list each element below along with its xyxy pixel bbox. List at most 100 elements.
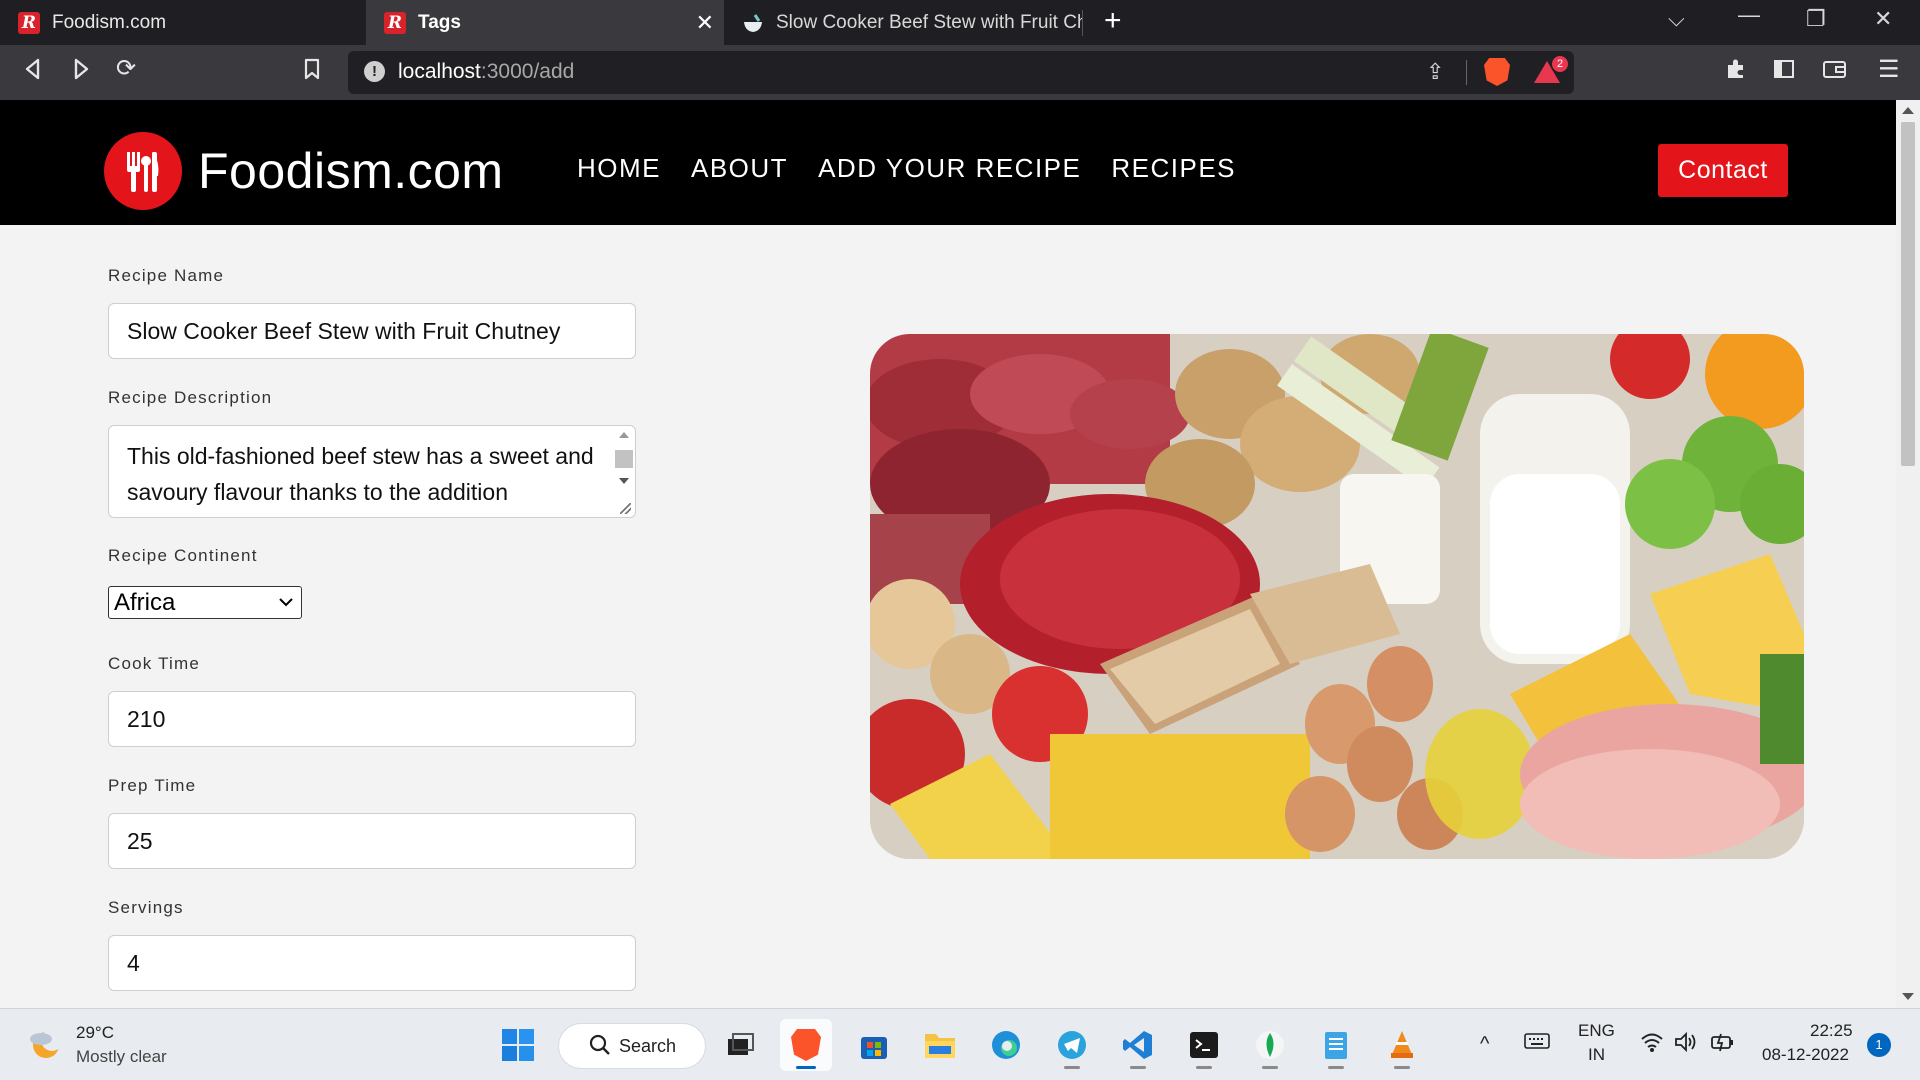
browser-toolbar: ⟳ ! localhost:3000/add ⇪ 2 ☰ xyxy=(0,45,1920,100)
url-path: :3000/add xyxy=(480,60,575,83)
recipe-description-textarea[interactable]: This old-fashioned beef stew has a sweet… xyxy=(108,425,636,518)
scroll-up-arrow-icon[interactable] xyxy=(619,432,629,438)
continent-selected-value: Africa xyxy=(114,588,176,616)
tab-search-chevron-icon[interactable]: ⌵ xyxy=(1668,6,1685,32)
menu-hamburger-icon[interactable]: ☰ xyxy=(1878,55,1900,84)
running-app-indicator xyxy=(1394,1066,1410,1069)
recipe-name-input[interactable]: Slow Cooker Beef Stew with Fruit Chutney xyxy=(108,303,636,359)
notepad-icon[interactable] xyxy=(1310,1019,1362,1071)
start-windows-icon[interactable] xyxy=(492,1019,544,1071)
main-nav: HOME ABOUT ADD YOUR RECIPE RECIPES xyxy=(577,153,1236,184)
foodism-favicon-icon: R xyxy=(18,11,40,34)
tab-title: Slow Cooker Beef Stew with Fruit Chut xyxy=(776,11,1082,33)
foodism-favicon-icon: R xyxy=(384,11,406,34)
clock-time[interactable]: 22:25 xyxy=(1810,1021,1853,1041)
bowl-favicon-icon xyxy=(742,12,764,34)
weather-temperature[interactable]: 29°C xyxy=(76,1023,114,1043)
mongodb-compass-icon[interactable] xyxy=(1244,1019,1296,1071)
extensions-puzzle-icon[interactable] xyxy=(1724,57,1748,88)
terminal-icon[interactable] xyxy=(1178,1019,1230,1071)
browser-tab-strip: R Foodism.com R Tags ✕ Slow Cooker Beef … xyxy=(0,0,1920,45)
servings-input[interactable]: 4 xyxy=(108,935,636,991)
window-close-icon[interactable]: ✕ xyxy=(1874,6,1892,32)
running-app-indicator xyxy=(1064,1066,1080,1069)
taskbar-brave-icon[interactable] xyxy=(780,1019,832,1071)
file-explorer-icon[interactable] xyxy=(914,1019,966,1071)
active-app-indicator xyxy=(796,1066,816,1069)
back-icon[interactable] xyxy=(22,57,44,88)
weather-moon-cloud-icon[interactable] xyxy=(28,1027,63,1061)
windows-taskbar: 29°C Mostly clear Search ^ ENG IN 22:25 … xyxy=(0,1008,1920,1080)
telegram-icon[interactable] xyxy=(1046,1019,1098,1071)
running-app-indicator xyxy=(1130,1066,1146,1069)
site-logo-text[interactable]: Foodism.com xyxy=(198,142,504,200)
taskbar-search[interactable]: Search xyxy=(558,1023,706,1069)
clock-date[interactable]: 08-12-2022 xyxy=(1762,1045,1849,1065)
rewards-badge: 2 xyxy=(1552,56,1568,72)
notification-badge[interactable]: 1 xyxy=(1867,1033,1891,1057)
page-scroll-thumb[interactable] xyxy=(1901,122,1915,466)
tab-tags[interactable]: R Tags ✕ xyxy=(366,0,724,45)
reload-icon[interactable]: ⟳ xyxy=(116,54,136,83)
vlc-icon[interactable] xyxy=(1376,1019,1428,1071)
tab-close-icon[interactable]: ✕ xyxy=(696,10,714,36)
volume-icon[interactable] xyxy=(1674,1031,1698,1058)
address-divider xyxy=(1466,60,1467,85)
tray-overflow-chevron-icon[interactable]: ^ xyxy=(1480,1033,1489,1056)
minimize-icon[interactable]: — xyxy=(1738,2,1760,28)
prep-time-input[interactable]: 25 xyxy=(108,813,636,869)
prep-time-label: Prep Time xyxy=(108,776,197,795)
url-text[interactable]: localhost:3000/add xyxy=(398,60,574,84)
vscode-icon[interactable] xyxy=(1112,1019,1164,1071)
address-bar[interactable]: ! localhost:3000/add ⇪ 2 xyxy=(348,51,1574,94)
microsoft-store-icon[interactable] xyxy=(848,1019,900,1071)
running-app-indicator xyxy=(1262,1066,1278,1069)
new-tab-plus-icon[interactable]: + xyxy=(1104,4,1122,38)
language-line1[interactable]: ENG xyxy=(1578,1021,1615,1041)
url-host: localhost xyxy=(398,60,481,83)
share-icon[interactable]: ⇪ xyxy=(1426,59,1444,85)
restore-icon[interactable]: ❐ xyxy=(1806,6,1826,32)
battery-charging-icon[interactable] xyxy=(1710,1031,1736,1058)
tab-slow-cooker-recipe[interactable]: Slow Cooker Beef Stew with Fruit Chut xyxy=(724,0,1082,45)
nav-about[interactable]: ABOUT xyxy=(691,153,788,184)
nav-recipes[interactable]: RECIPES xyxy=(1111,153,1236,184)
recipe-continent-select[interactable]: Africa xyxy=(108,586,302,619)
site-info-icon[interactable]: ! xyxy=(364,61,385,82)
site-header: Foodism.com HOME ABOUT ADD YOUR RECIPE R… xyxy=(0,100,1896,225)
food-hero-image xyxy=(870,334,1804,859)
servings-label: Servings xyxy=(108,898,184,917)
keyboard-icon[interactable] xyxy=(1524,1031,1550,1056)
forward-icon[interactable] xyxy=(70,57,92,88)
task-view-icon[interactable] xyxy=(714,1019,766,1071)
nav-add-recipe[interactable]: ADD YOUR RECIPE xyxy=(818,153,1081,184)
running-app-indicator xyxy=(1196,1066,1212,1069)
brave-shields-icon[interactable] xyxy=(1484,58,1510,86)
bookmark-icon[interactable] xyxy=(302,57,322,88)
resize-grip-icon[interactable] xyxy=(620,503,631,514)
textarea-scrollbar[interactable] xyxy=(615,430,633,500)
page-scroll-down-icon[interactable] xyxy=(1902,993,1914,1000)
page-scroll-up-icon[interactable] xyxy=(1902,107,1914,114)
wallet-icon[interactable] xyxy=(1822,57,1848,88)
tab-title: Foodism.com xyxy=(52,11,167,33)
fork-knife-logo-icon[interactable] xyxy=(104,132,182,210)
weather-description[interactable]: Mostly clear xyxy=(76,1047,167,1067)
scroll-thumb[interactable] xyxy=(615,450,633,468)
nav-home[interactable]: HOME xyxy=(577,153,661,184)
wifi-icon[interactable] xyxy=(1640,1031,1664,1058)
description-text: This old-fashioned beef stew has a sweet… xyxy=(127,443,594,505)
sidebar-toggle-icon[interactable] xyxy=(1772,57,1796,88)
recipe-continent-label: Recipe Continent xyxy=(108,546,258,565)
language-line2[interactable]: IN xyxy=(1588,1045,1605,1065)
cook-time-input[interactable]: 210 xyxy=(108,691,636,747)
scroll-down-arrow-icon[interactable] xyxy=(619,478,629,484)
tab-foodism[interactable]: R Foodism.com xyxy=(0,0,366,45)
edge-browser-icon[interactable] xyxy=(980,1019,1032,1071)
search-icon xyxy=(589,1034,611,1061)
contact-button[interactable]: Contact xyxy=(1658,144,1788,197)
running-app-indicator xyxy=(1328,1066,1344,1069)
page-viewport: Foodism.com HOME ABOUT ADD YOUR RECIPE R… xyxy=(0,100,1896,1008)
page-scrollbar[interactable] xyxy=(1896,100,1920,1008)
search-label: Search xyxy=(619,1035,677,1056)
